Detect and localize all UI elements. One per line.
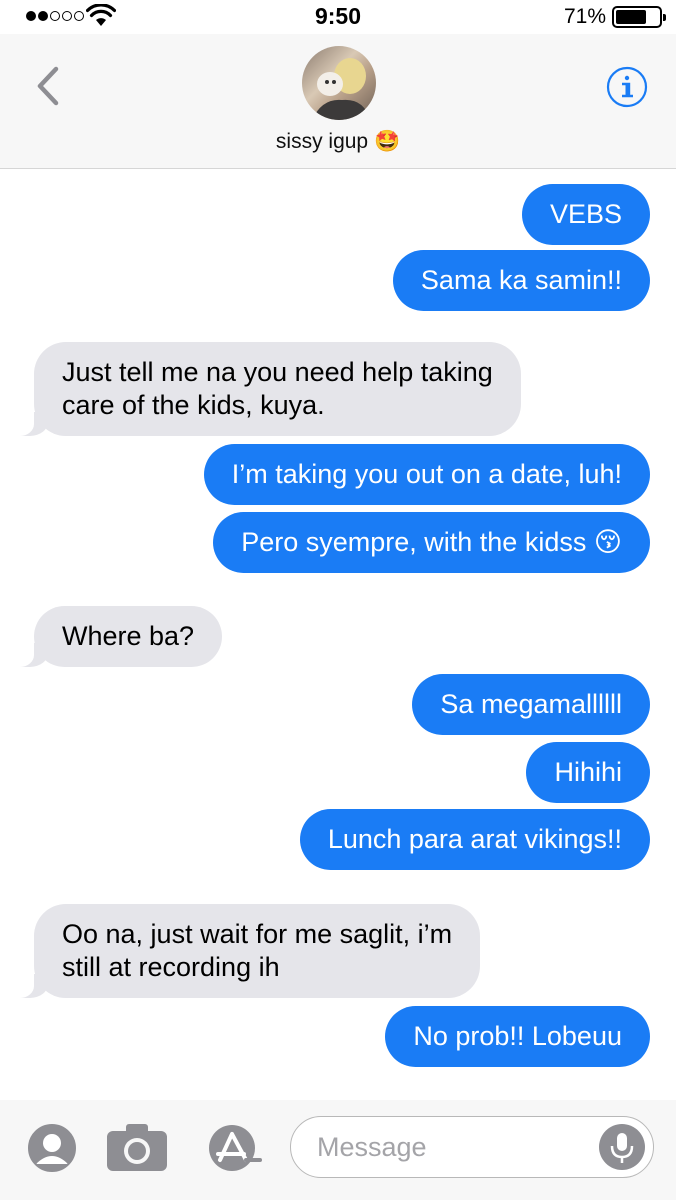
sent-message-bubble[interactable]: Sama ka samin!! — [392, 250, 650, 311]
message-placeholder: Message — [317, 1132, 427, 1162]
sent-message-bubble[interactable]: I’m taking you out on a date, luh! — [203, 444, 650, 505]
microphone-icon — [610, 1133, 634, 1163]
contact-name[interactable]: sissy igup 🤩 — [0, 130, 676, 154]
received-message-bubble[interactable]: Oo na, just wait for me saglit, i’m stil… — [3, 904, 481, 998]
received-message-bubble[interactable]: Just tell me na you need help taking car… — [4, 342, 521, 436]
sent-message-bubble[interactable]: Pero syempre, with the kidss 😚 — [213, 512, 650, 573]
message-input[interactable]: Message — [290, 1116, 654, 1178]
contact-avatar[interactable] — [302, 46, 376, 120]
battery-icon — [612, 6, 666, 28]
sent-message-bubble[interactable]: Sa megamallllll — [412, 674, 650, 735]
person-icon[interactable] — [28, 1124, 76, 1172]
sent-message-bubble[interactable]: No prob!! Lobeuu — [385, 1006, 650, 1067]
status-bar: 9:50 71% — [0, 0, 676, 34]
battery-percentage: 71% — [563, 5, 606, 28]
camera-icon[interactable] — [106, 1122, 168, 1172]
app-store-icon[interactable] — [202, 1124, 264, 1172]
back-chevron-icon[interactable] — [32, 64, 64, 108]
sent-message-bubble[interactable]: Hihihi — [526, 742, 650, 803]
sent-message-bubble[interactable]: Lunch para arat vikings!! — [299, 809, 650, 870]
microphone-button[interactable] — [599, 1124, 645, 1170]
info-icon[interactable] — [606, 66, 648, 108]
message-thread[interactable]: VEBS Sama ka samin!! Just tell me na you… — [0, 170, 676, 1100]
sent-message-bubble[interactable]: VEBS — [521, 184, 650, 245]
compose-bar: Message — [0, 1100, 676, 1200]
received-message-bubble[interactable]: Where ba? — [3, 606, 223, 667]
conversation-header: sissy igup 🤩 — [0, 34, 676, 169]
